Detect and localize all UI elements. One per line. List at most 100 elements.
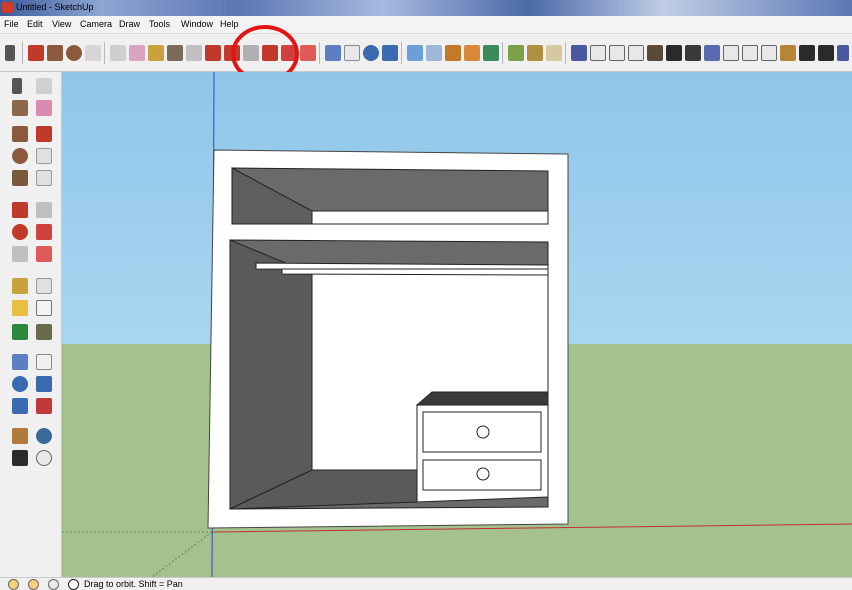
protractor-icon[interactable]: [12, 300, 28, 316]
tape-measure-icon[interactable]: [12, 278, 28, 294]
zoom-icon[interactable]: [12, 376, 28, 392]
large-tool-set: [0, 72, 62, 577]
look-around-icon[interactable]: [36, 428, 52, 444]
shaded-textures-icon[interactable]: [780, 45, 796, 61]
drawing-viewport[interactable]: [62, 72, 852, 577]
follow-me-icon[interactable]: [36, 224, 52, 240]
zoom-extents-icon[interactable]: [382, 45, 398, 61]
select-icon[interactable]: [5, 45, 15, 61]
dimension-icon[interactable]: [36, 278, 52, 294]
circle-icon[interactable]: [66, 45, 82, 61]
position-camera-icon[interactable]: [12, 428, 28, 444]
select-icon[interactable]: [12, 78, 22, 94]
status-bar: Drag to orbit. Shift = Pan: [0, 577, 852, 590]
paint-bucket-icon[interactable]: [12, 100, 28, 116]
status-text: Drag to orbit. Shift = Pan: [84, 579, 183, 589]
axes-icon[interactable]: [12, 324, 28, 340]
menu-tools[interactable]: Tools: [149, 19, 170, 29]
toggle-terrain-icon[interactable]: [527, 45, 543, 61]
line-icon[interactable]: [28, 45, 44, 61]
line-icon[interactable]: [36, 126, 52, 142]
back-view-icon[interactable]: [647, 45, 663, 61]
rectangle-icon[interactable]: [12, 126, 28, 142]
menu-view[interactable]: View: [52, 19, 71, 29]
drawer-lower-knob[interactable]: [476, 467, 490, 481]
bottom-view-icon[interactable]: [685, 45, 701, 61]
orbit-icon[interactable]: [325, 45, 341, 61]
zoom-extents-icon[interactable]: [12, 398, 28, 414]
left-view-icon[interactable]: [666, 45, 682, 61]
menu-window[interactable]: Window: [181, 19, 213, 29]
main-toolbar: [0, 34, 852, 72]
drawer-upper-knob[interactable]: [476, 425, 490, 439]
rectangle-icon[interactable]: [47, 45, 63, 61]
wireframe-icon[interactable]: [723, 45, 739, 61]
hidden-line-icon[interactable]: [742, 45, 758, 61]
toolbar-separator: [401, 42, 402, 64]
top-view-icon[interactable]: [590, 45, 606, 61]
menu-camera[interactable]: Camera: [80, 19, 112, 29]
make-component-icon[interactable]: [110, 45, 126, 61]
help-icon[interactable]: [68, 579, 79, 590]
geo-location-icon[interactable]: [8, 579, 19, 590]
push-pull-icon[interactable]: [36, 202, 52, 218]
circle-icon[interactable]: [12, 148, 28, 164]
toolbar-separator: [104, 42, 105, 64]
make-component-icon[interactable]: [36, 78, 52, 94]
pan-icon[interactable]: [36, 354, 52, 370]
previous-view-icon[interactable]: [36, 398, 52, 414]
title-bar: Untitled - SketchUp: [0, 0, 852, 16]
walk-icon[interactable]: [464, 45, 480, 61]
arc-icon[interactable]: [85, 45, 101, 61]
iso-view-icon[interactable]: [571, 45, 587, 61]
eraser-icon[interactable]: [36, 100, 52, 116]
rotate-icon[interactable]: [12, 224, 28, 240]
model-canvas[interactable]: [62, 72, 852, 577]
pan-icon[interactable]: [344, 45, 360, 61]
green-axis-lower: [151, 531, 213, 577]
eraser-icon[interactable]: [129, 45, 145, 61]
orbit-icon[interactable]: [12, 354, 28, 370]
style-icon-2[interactable]: [837, 45, 849, 61]
right-view-icon[interactable]: [628, 45, 644, 61]
arc-icon[interactable]: [36, 148, 52, 164]
menu-bar: File Edit View Camera Draw Tools Window …: [0, 16, 852, 34]
polygon-icon[interactable]: [12, 170, 28, 186]
scale-icon[interactable]: [12, 246, 28, 262]
section-plane-icon[interactable]: [36, 450, 52, 466]
move-icon[interactable]: [205, 45, 221, 61]
freehand-icon[interactable]: [36, 170, 52, 186]
look-around-icon[interactable]: [483, 45, 499, 61]
menu-edit[interactable]: Edit: [27, 19, 43, 29]
add-location-icon[interactable]: [508, 45, 524, 61]
menu-help[interactable]: Help: [220, 19, 239, 29]
shaded-icon[interactable]: [761, 45, 777, 61]
move-icon[interactable]: [12, 202, 28, 218]
text-icon[interactable]: [36, 300, 52, 316]
credits-icon[interactable]: [28, 579, 39, 590]
paint-bucket-icon[interactable]: [167, 45, 183, 61]
3d-text-icon[interactable]: [36, 324, 52, 340]
walk-icon[interactable]: [12, 450, 28, 466]
user-icon[interactable]: [48, 579, 59, 590]
menu-draw[interactable]: Draw: [119, 19, 140, 29]
upper-shelf-front: [311, 210, 549, 225]
zoom-window-icon[interactable]: [36, 376, 52, 392]
zoom-icon[interactable]: [363, 45, 379, 61]
next-view-icon[interactable]: [426, 45, 442, 61]
scale-icon[interactable]: [300, 45, 316, 61]
style-icon[interactable]: [818, 45, 834, 61]
push-pull-icon[interactable]: [186, 45, 202, 61]
front-view-icon[interactable]: [609, 45, 625, 61]
tape-measure-icon[interactable]: [148, 45, 164, 61]
offset-icon[interactable]: [36, 246, 52, 262]
sketchup-app-icon: [2, 2, 13, 13]
shelf-rod-back: [281, 268, 549, 276]
monochrome-icon[interactable]: [799, 45, 815, 61]
xray-icon[interactable]: [704, 45, 720, 61]
position-camera-icon[interactable]: [445, 45, 461, 61]
photo-textures-icon[interactable]: [546, 45, 562, 61]
window-title: Untitled - SketchUp: [16, 2, 94, 12]
menu-file[interactable]: File: [4, 19, 19, 29]
previous-view-icon[interactable]: [407, 45, 423, 61]
